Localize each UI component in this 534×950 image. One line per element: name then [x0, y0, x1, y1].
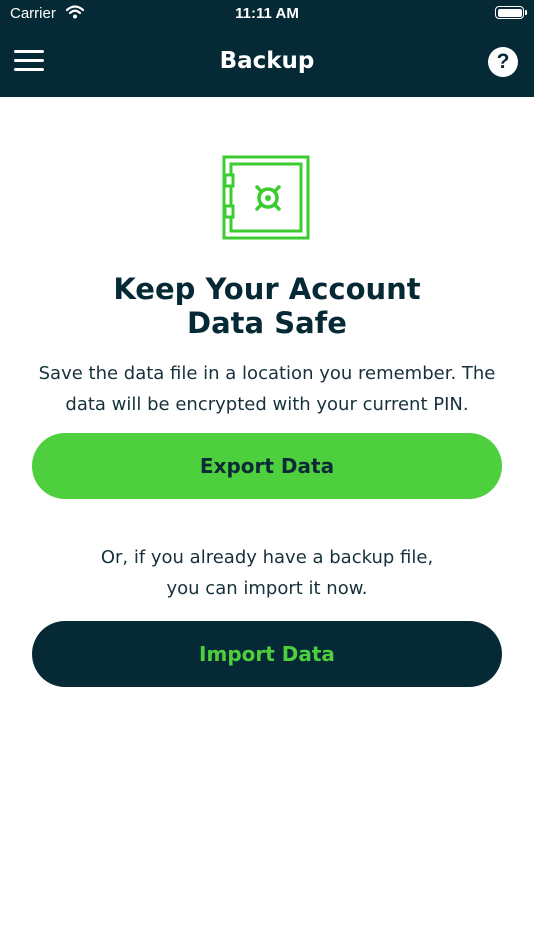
import-hint-line-1: Or, if you already have a backup file,	[100, 547, 434, 568]
import-hint-line-2: you can import it now.	[166, 578, 368, 599]
backup-description: Save the data file in a location you rem…	[30, 358, 504, 420]
safe-vault-icon	[222, 155, 310, 240]
page-title: Backup	[219, 48, 315, 74]
navigation-bar: Backup ?	[0, 30, 534, 97]
status-time: 11:11 AM	[235, 5, 299, 22]
question-mark-icon[interactable]: ?	[488, 47, 518, 77]
description-line-2: data will be encrypted with your current…	[65, 394, 469, 415]
heading-line-1: Keep Your Account	[113, 272, 421, 306]
top-bar: Carrier 11:11 AM Backup ?	[0, 0, 534, 97]
export-data-button[interactable]: Export Data	[32, 433, 502, 499]
battery-icon	[495, 6, 527, 19]
import-hint-text: Or, if you already have a backup file, y…	[30, 542, 504, 604]
section-heading: Keep Your Account Data Safe	[0, 272, 534, 340]
import-data-button[interactable]: Import Data	[32, 621, 502, 687]
status-bar: Carrier 11:11 AM	[0, 0, 534, 30]
description-line-1: Save the data file in a location you rem…	[38, 363, 496, 384]
heading-line-2: Data Safe	[187, 306, 347, 340]
